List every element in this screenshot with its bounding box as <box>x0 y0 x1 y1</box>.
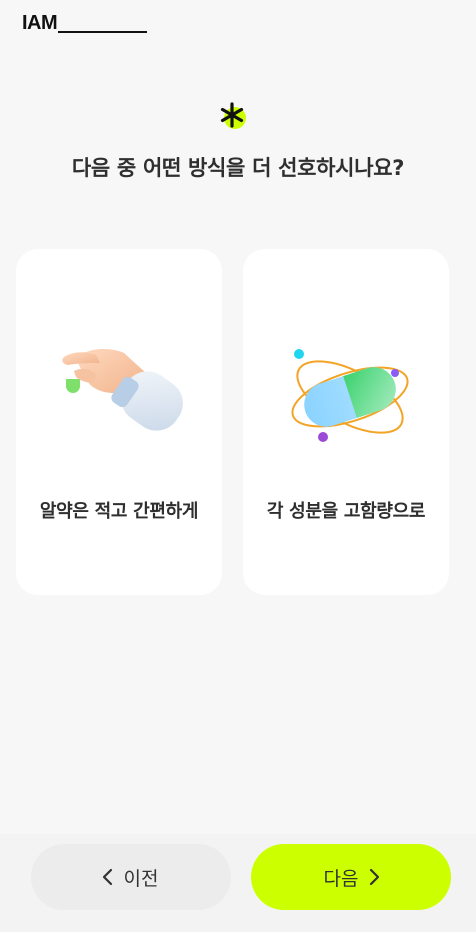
option-label: 알약은 적고 간편하게 <box>39 501 199 522</box>
hand-holding-pill-icon <box>62 349 183 431</box>
chevron-left-icon <box>102 868 112 886</box>
capsule-orbit-icon <box>291 349 409 442</box>
brand-logo: IAM <box>22 12 148 34</box>
chevron-right-icon <box>370 868 380 886</box>
logo-text: IAM <box>22 12 58 34</box>
next-label: 다음 <box>323 867 359 890</box>
option-card-simple[interactable]: 알약은 적고 간편하게 <box>16 249 222 595</box>
option-label: 각 성분을 고함량으로 <box>266 501 426 522</box>
logo-underline <box>58 31 148 33</box>
asterisk-icon <box>220 102 246 129</box>
question-title: 다음 중 어떤 방식을 더 선호하시나요? <box>71 156 405 180</box>
prev-label: 이전 <box>123 867 159 890</box>
prev-button[interactable]: 이전 <box>31 844 231 910</box>
option-card-high-dose[interactable]: 각 성분을 고함량으로 <box>243 249 449 595</box>
next-button[interactable]: 다음 <box>251 844 451 910</box>
